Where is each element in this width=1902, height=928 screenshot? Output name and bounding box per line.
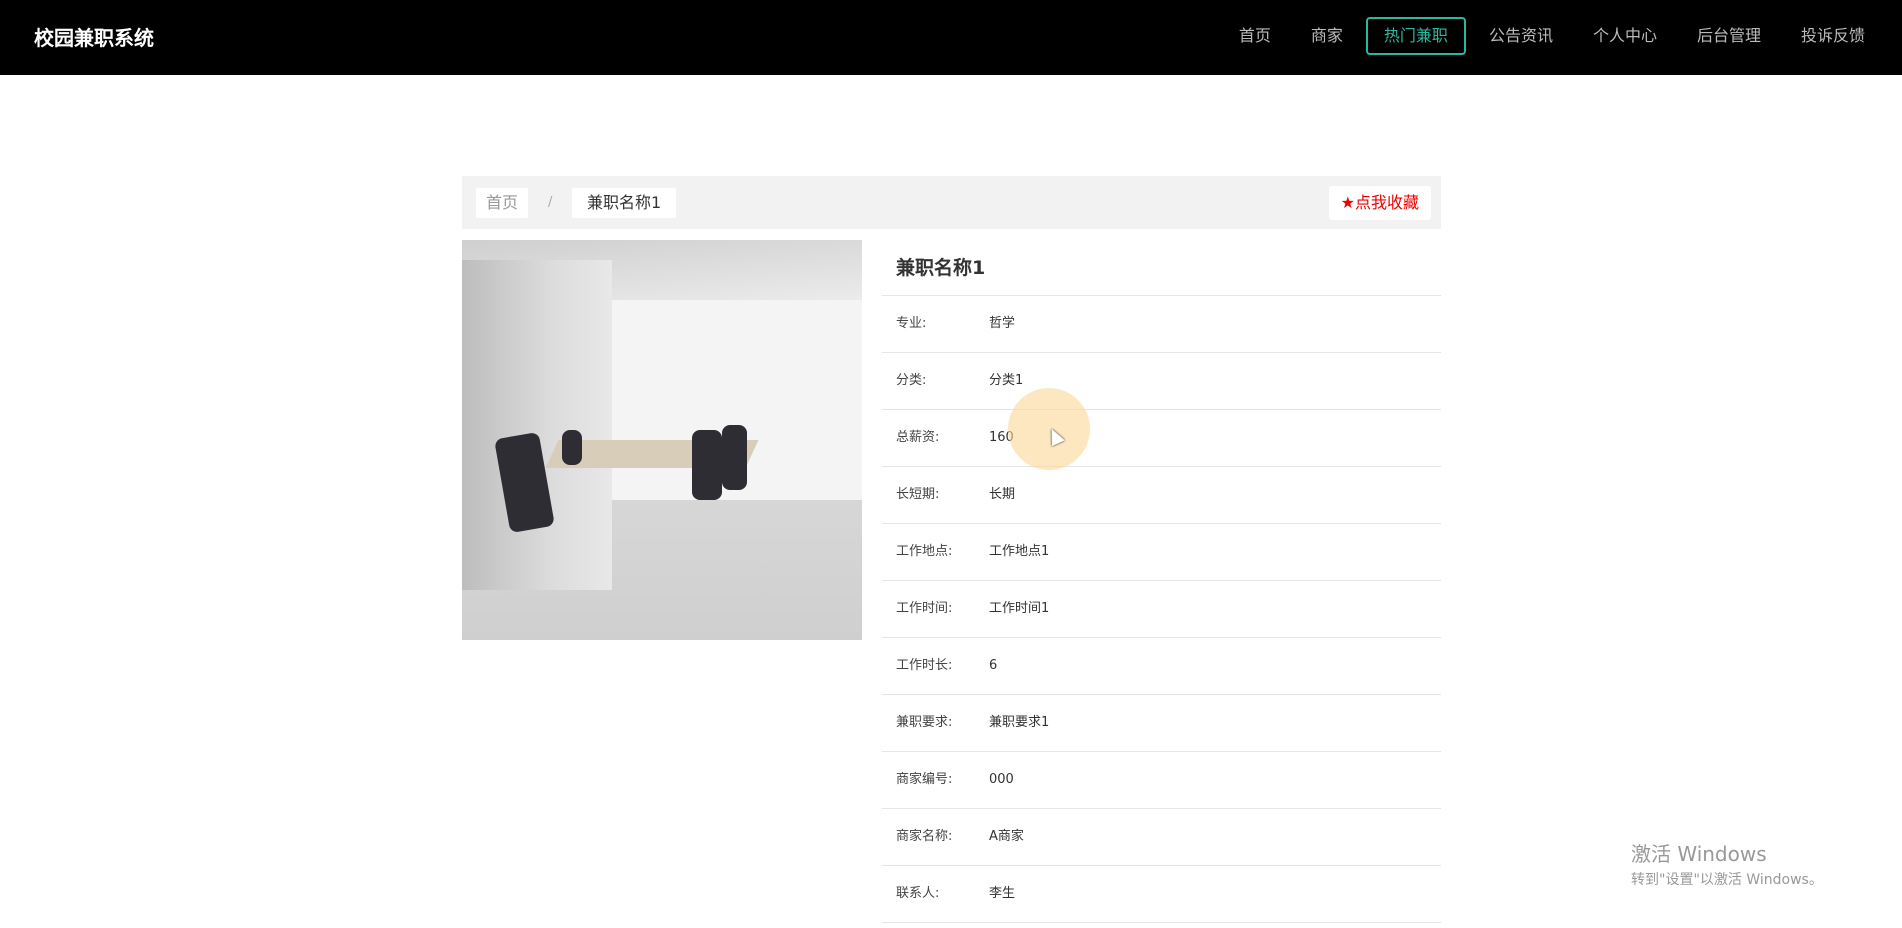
detail-row: 联系人: 李生 xyxy=(882,866,1441,923)
detail-row: 商家编号: 000 xyxy=(882,752,1441,809)
detail-value: 工作地点1 xyxy=(989,544,1050,559)
detail-row: 工作时长: 6 xyxy=(882,638,1441,695)
detail-row: 商家名称: A商家 xyxy=(882,809,1441,866)
nav-home[interactable]: 首页 xyxy=(1222,17,1288,55)
favorite-button[interactable]: ★点我收藏 xyxy=(1328,186,1431,220)
breadcrumb: 首页 / 兼职名称1 ★点我收藏 xyxy=(462,176,1441,229)
detail-row: 工作时间: 工作时间1 xyxy=(882,581,1441,638)
detail-value: 000 xyxy=(989,772,1014,787)
detail-label: 工作时间: xyxy=(896,601,953,616)
detail-value: 哲学 xyxy=(989,316,1016,331)
job-title: 兼职名称1 xyxy=(882,240,1441,296)
detail-label: 总薪资: xyxy=(896,430,940,445)
star-icon: ★ xyxy=(1340,193,1355,212)
detail-label: 工作时长: xyxy=(896,658,953,673)
detail-label: 专业: xyxy=(896,316,927,331)
nav-hot-jobs[interactable]: 热门兼职 xyxy=(1365,17,1466,55)
detail-value: 工作时间1 xyxy=(989,601,1050,616)
job-details: 兼职名称1 专业: 哲学分类: 分类1 总薪资: 160 长短期: 长期工作地点: 工作地点1… xyxy=(882,240,1441,923)
top-navbar: 校园兼职系统 首页 商家 热门兼职 公告资讯 个人中心 后台管理 投诉反馈 xyxy=(0,0,1902,75)
detail-value: 李生 xyxy=(989,886,1016,901)
favorite-label: 点我收藏 xyxy=(1354,193,1419,212)
detail-value: A商家 xyxy=(989,829,1024,844)
detail-label: 商家名称: xyxy=(896,829,953,844)
site-logo[interactable]: 校园兼职系统 xyxy=(34,22,154,51)
watermark-subtitle: 转到"设置"以激活 Windows。 xyxy=(1631,872,1823,888)
nav-merchants[interactable]: 商家 xyxy=(1294,17,1360,55)
detail-value: 6 xyxy=(989,658,998,673)
detail-row: 兼职要求: 兼职要求1 xyxy=(882,695,1441,752)
nav-admin[interactable]: 后台管理 xyxy=(1680,17,1778,55)
nav-feedback[interactable]: 投诉反馈 xyxy=(1784,17,1882,55)
detail-label: 工作地点: xyxy=(896,544,953,559)
breadcrumb-current: 兼职名称1 xyxy=(572,188,677,218)
detail-label: 长短期: xyxy=(896,487,940,502)
detail-row: 长短期: 长期 xyxy=(882,467,1441,524)
nav-profile[interactable]: 个人中心 xyxy=(1576,17,1674,55)
breadcrumb-home[interactable]: 首页 xyxy=(476,188,529,218)
detail-row: 专业: 哲学 xyxy=(882,296,1441,353)
watermark-title: 激活 Windows xyxy=(1631,842,1767,866)
detail-label: 兼职要求: xyxy=(896,715,953,730)
detail-row: 分类: 分类1 xyxy=(882,353,1441,410)
windows-activation-watermark: 激活 Windows 转到"设置"以激活 Windows。 xyxy=(1631,838,1823,889)
job-image xyxy=(462,240,862,640)
detail-row: 工作地点: 工作地点1 xyxy=(882,524,1441,581)
detail-label: 商家编号: xyxy=(896,772,953,787)
main-nav: 首页 商家 热门兼职 公告资讯 个人中心 后台管理 投诉反馈 xyxy=(1222,17,1882,55)
nav-news[interactable]: 公告资讯 xyxy=(1472,17,1570,55)
detail-value: 长期 xyxy=(989,487,1016,502)
detail-value: 兼职要求1 xyxy=(989,715,1050,730)
breadcrumb-separator: / xyxy=(548,195,553,210)
detail-label: 联系人: xyxy=(896,886,940,901)
detail-label: 分类: xyxy=(896,373,927,388)
detail-row: 总薪资: 160 xyxy=(882,410,1441,467)
